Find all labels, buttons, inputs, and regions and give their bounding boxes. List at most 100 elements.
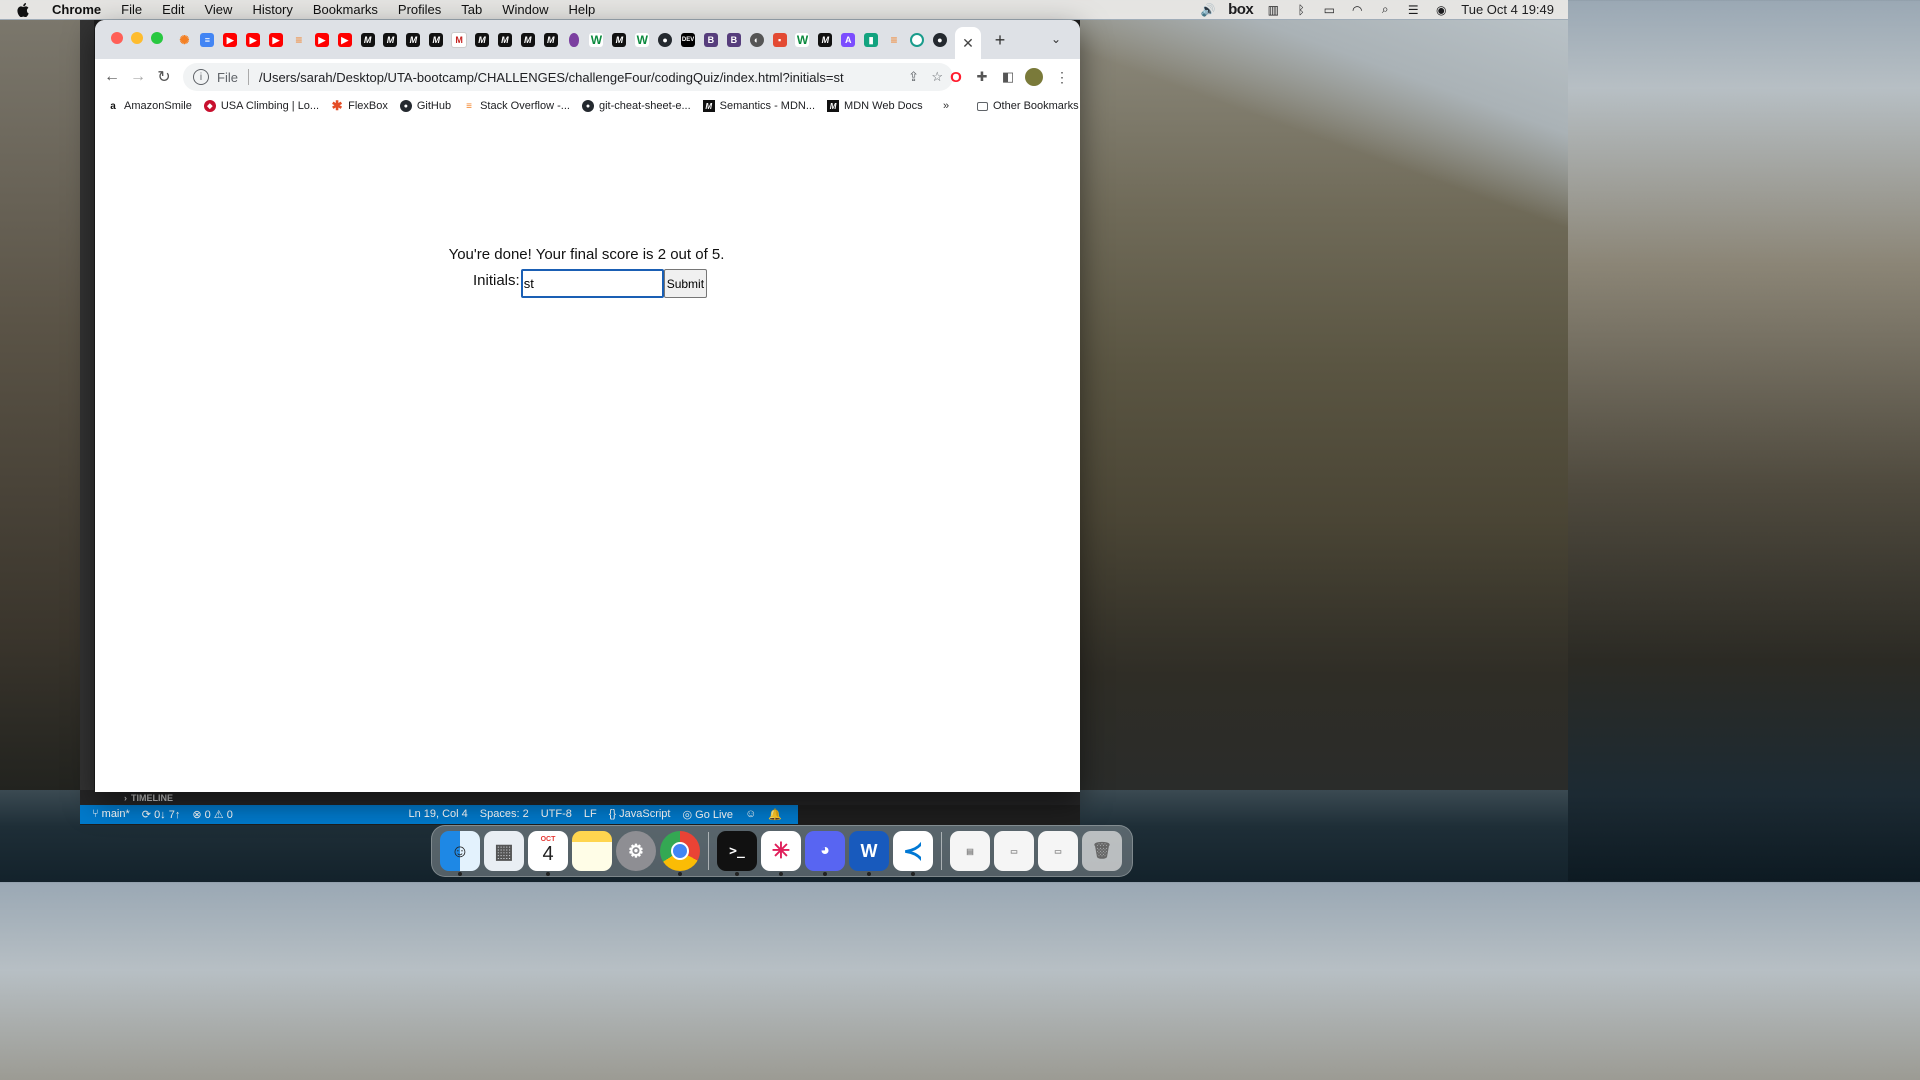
menu-help[interactable]: Help: [559, 2, 606, 17]
bookmark-flexbox[interactable]: ✱ FlexBox: [325, 98, 394, 113]
menu-history[interactable]: History: [242, 2, 302, 17]
tab-search-chevron-icon[interactable]: ⌄: [1051, 32, 1061, 46]
browser-tab[interactable]: M: [356, 29, 379, 51]
back-button[interactable]: ←: [99, 64, 125, 90]
new-tab-button[interactable]: +: [990, 30, 1010, 50]
bookmark-git-cheat-sheet[interactable]: ● git-cheat-sheet-e...: [576, 100, 697, 112]
browser-tab[interactable]: W: [585, 29, 608, 51]
initials-input[interactable]: [520, 269, 664, 298]
vscode-timeline-header[interactable]: › TIMELINE: [80, 790, 1080, 805]
active-tab[interactable]: ✕: [955, 27, 981, 59]
profile-avatar[interactable]: [1025, 68, 1043, 86]
dock-vscode[interactable]: ≺: [893, 831, 933, 876]
bookmark-github[interactable]: ● GitHub: [394, 100, 457, 112]
browser-tab[interactable]: A: [837, 29, 860, 51]
browser-tab[interactable]: ▶: [265, 29, 288, 51]
feedback-icon[interactable]: ☺: [739, 808, 762, 821]
bookmark-semantics-mdn[interactable]: M Semantics - MDN...: [697, 100, 821, 112]
close-tab-icon[interactable]: ✕: [962, 35, 974, 52]
problems-status[interactable]: ⊗ 0 ⚠ 0: [186, 808, 238, 821]
forward-button[interactable]: →: [125, 64, 151, 90]
browser-tab[interactable]: ▮: [860, 29, 883, 51]
browser-tab[interactable]: ≡: [287, 29, 310, 51]
encoding-status[interactable]: UTF-8: [535, 808, 578, 821]
browser-tab[interactable]: M: [493, 29, 516, 51]
volume-icon[interactable]: 🔊: [1200, 3, 1216, 17]
submit-button[interactable]: Submit: [663, 269, 708, 298]
box-status-icon[interactable]: box: [1228, 1, 1254, 18]
language-status[interactable]: {} JavaScript: [603, 808, 677, 821]
browser-tab[interactable]: M: [608, 29, 631, 51]
more-bookmarks-button[interactable]: »: [943, 100, 949, 112]
bookmark-amazonsmile[interactable]: a AmazonSmile: [101, 100, 198, 112]
dock-chrome-window-minimized-2[interactable]: ▭: [1038, 831, 1078, 871]
other-bookmarks-folder[interactable]: Other Bookmarks: [971, 100, 1080, 112]
browser-tab[interactable]: M: [539, 29, 562, 51]
dock-launchpad[interactable]: ▦: [484, 831, 524, 871]
bluetooth-icon[interactable]: ᛒ: [1293, 3, 1309, 17]
dock-trash[interactable]: 🗑: [1082, 831, 1122, 871]
close-window-button[interactable]: [111, 32, 123, 44]
siri-icon[interactable]: ◉: [1433, 3, 1449, 17]
menu-profiles[interactable]: Profiles: [388, 2, 451, 17]
browser-tab[interactable]: ▪: [768, 29, 791, 51]
go-live-status[interactable]: ◎ Go Live: [676, 808, 739, 821]
dock-slack[interactable]: ✳: [761, 831, 801, 876]
bookmark-usa-climbing[interactable]: ◆ USA Climbing | Lo...: [198, 100, 325, 112]
menu-app-chrome[interactable]: Chrome: [42, 2, 111, 17]
menu-tab[interactable]: Tab: [451, 2, 492, 17]
minimize-window-button[interactable]: [131, 32, 143, 44]
more-menu-icon[interactable]: ⋮: [1053, 68, 1071, 86]
browser-tab[interactable]: M: [379, 29, 402, 51]
git-sync-status[interactable]: ⟳ 0↓ 7↑: [136, 808, 187, 821]
dock-terminal[interactable]: >_: [717, 831, 757, 876]
browser-tab[interactable]: M: [516, 29, 539, 51]
menu-file[interactable]: File: [111, 2, 152, 17]
apple-icon[interactable]: [16, 2, 30, 17]
side-panel-icon[interactable]: ◧: [999, 68, 1017, 86]
bookmark-mdn-web-docs[interactable]: M MDN Web Docs: [821, 100, 929, 112]
memory-icon[interactable]: ▥: [1265, 3, 1281, 17]
browser-tab[interactable]: W: [791, 29, 814, 51]
dock-calendar[interactable]: OCT 4: [528, 831, 568, 876]
control-center-icon[interactable]: ☰: [1405, 3, 1421, 17]
browser-tab[interactable]: [906, 29, 929, 51]
address-bar[interactable]: i File /Users/sarah/Desktop/UTA-bootcamp…: [183, 63, 953, 91]
info-icon[interactable]: i: [193, 69, 209, 85]
browser-tab[interactable]: M: [471, 29, 494, 51]
browser-tab[interactable]: ▶: [333, 29, 356, 51]
browser-tab[interactable]: ●: [654, 29, 677, 51]
menu-edit[interactable]: Edit: [152, 2, 194, 17]
browser-tab[interactable]: B: [699, 29, 722, 51]
dock-document[interactable]: ▤: [950, 831, 990, 871]
bell-icon[interactable]: 🔔: [762, 808, 788, 821]
dock-discord[interactable]: ◕: [805, 831, 845, 876]
browser-tab[interactable]: M: [402, 29, 425, 51]
indent-status[interactable]: Spaces: 2: [474, 808, 535, 821]
url-text[interactable]: /Users/sarah/Desktop/UTA-bootcamp/CHALLE…: [259, 70, 844, 85]
browser-tab[interactable]: ▶: [219, 29, 242, 51]
browser-tab[interactable]: ▶: [310, 29, 333, 51]
browser-tab[interactable]: B: [722, 29, 745, 51]
browser-tab[interactable]: DEV: [677, 29, 700, 51]
zoom-window-button[interactable]: [151, 32, 163, 44]
opera-extension-icon[interactable]: O: [947, 68, 965, 86]
share-icon[interactable]: ⇪: [908, 69, 919, 85]
battery-icon[interactable]: ▭: [1321, 3, 1337, 17]
menu-clock[interactable]: Tue Oct 4 19:49: [1461, 2, 1554, 17]
eol-status[interactable]: LF: [578, 808, 603, 821]
browser-tab[interactable]: ≡: [883, 29, 906, 51]
browser-tab[interactable]: M: [425, 29, 448, 51]
browser-tab[interactable]: ▶: [242, 29, 265, 51]
browser-tab[interactable]: M: [448, 29, 471, 51]
git-branch-status[interactable]: ⑂ main*: [86, 808, 136, 821]
dock-chrome[interactable]: [660, 831, 700, 876]
dock-chrome-window-minimized[interactable]: ▭: [994, 831, 1034, 871]
cursor-position-status[interactable]: Ln 19, Col 4: [402, 808, 473, 821]
dock-system-preferences[interactable]: ⚙: [616, 831, 656, 871]
menu-bookmarks[interactable]: Bookmarks: [303, 2, 388, 17]
browser-tab[interactable]: ✺: [173, 29, 196, 51]
browser-tab[interactable]: ●: [928, 29, 951, 51]
browser-tab[interactable]: ◐: [745, 29, 768, 51]
reload-button[interactable]: ↻: [151, 64, 177, 90]
